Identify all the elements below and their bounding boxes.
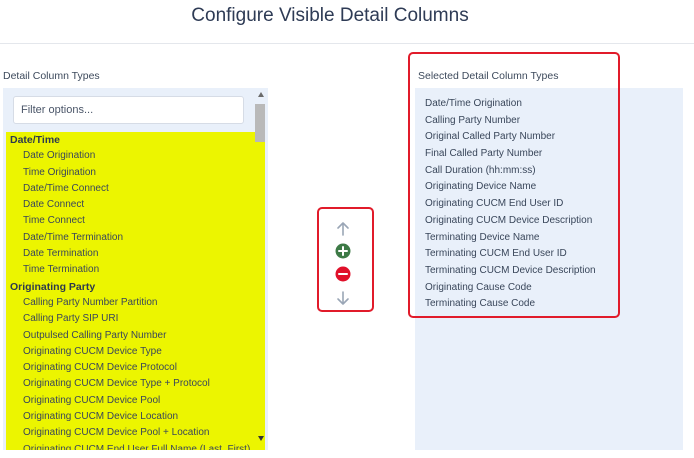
arrow-down-icon[interactable] (333, 288, 353, 308)
list-item[interactable]: Outpulsed Calling Party Number (6, 328, 255, 344)
move-controls-group (317, 207, 374, 312)
scroll-down-arrow-icon[interactable] (258, 436, 264, 441)
page-title: Configure Visible Detail Columns (191, 5, 469, 26)
arrow-up-icon[interactable] (333, 219, 353, 239)
list-item[interactable]: Originating CUCM Device Pool (6, 393, 255, 409)
list-item[interactable]: Calling Party Number Partition (6, 295, 255, 311)
available-columns-list[interactable]: Date/Time Date Origination Time Originat… (6, 132, 255, 450)
list-item[interactable]: Time Connect (6, 213, 255, 229)
list-item[interactable]: Time Origination (6, 165, 255, 181)
group-header: Date/Time (10, 134, 60, 146)
selected-columns-highlight-box (408, 52, 620, 318)
list-item[interactable]: Date Origination (6, 148, 255, 164)
list-item[interactable]: Originating CUCM Device Type + Protocol (6, 376, 255, 392)
detail-column-types-label: Detail Column Types (3, 70, 100, 82)
group-originating-party: Originating Party Calling Party Number P… (6, 279, 255, 450)
list-item[interactable]: Originating CUCM Device Pool + Location (6, 425, 255, 441)
list-item[interactable]: Calling Party SIP URI (6, 311, 255, 327)
minus-circle-icon[interactable] (333, 264, 353, 284)
list-scrollbar[interactable] (255, 106, 265, 450)
list-item[interactable]: Date/Time Connect (6, 181, 255, 197)
available-columns-panel: Date/Time Date Origination Time Originat… (3, 88, 268, 450)
group-date-time: Date/Time Date Origination Time Originat… (6, 132, 255, 279)
list-item[interactable]: Date/Time Termination (6, 230, 255, 246)
header-divider (0, 43, 694, 44)
group-header: Originating Party (10, 280, 96, 293)
list-item[interactable]: Originating CUCM End User Full Name (Las… (6, 442, 255, 450)
list-item[interactable]: Date Termination (6, 246, 255, 262)
scrollbar-thumb[interactable] (255, 104, 265, 142)
list-item[interactable]: Originating CUCM Device Location (6, 409, 255, 425)
list-item[interactable]: Date Connect (6, 197, 255, 213)
list-item[interactable]: Originating CUCM Device Protocol (6, 360, 255, 376)
filter-options-input[interactable] (13, 96, 244, 124)
list-item[interactable]: Originating CUCM Device Type (6, 344, 255, 360)
scroll-up-arrow-icon[interactable] (258, 92, 264, 97)
list-item[interactable]: Time Termination (6, 262, 255, 278)
plus-circle-icon[interactable] (333, 241, 353, 261)
